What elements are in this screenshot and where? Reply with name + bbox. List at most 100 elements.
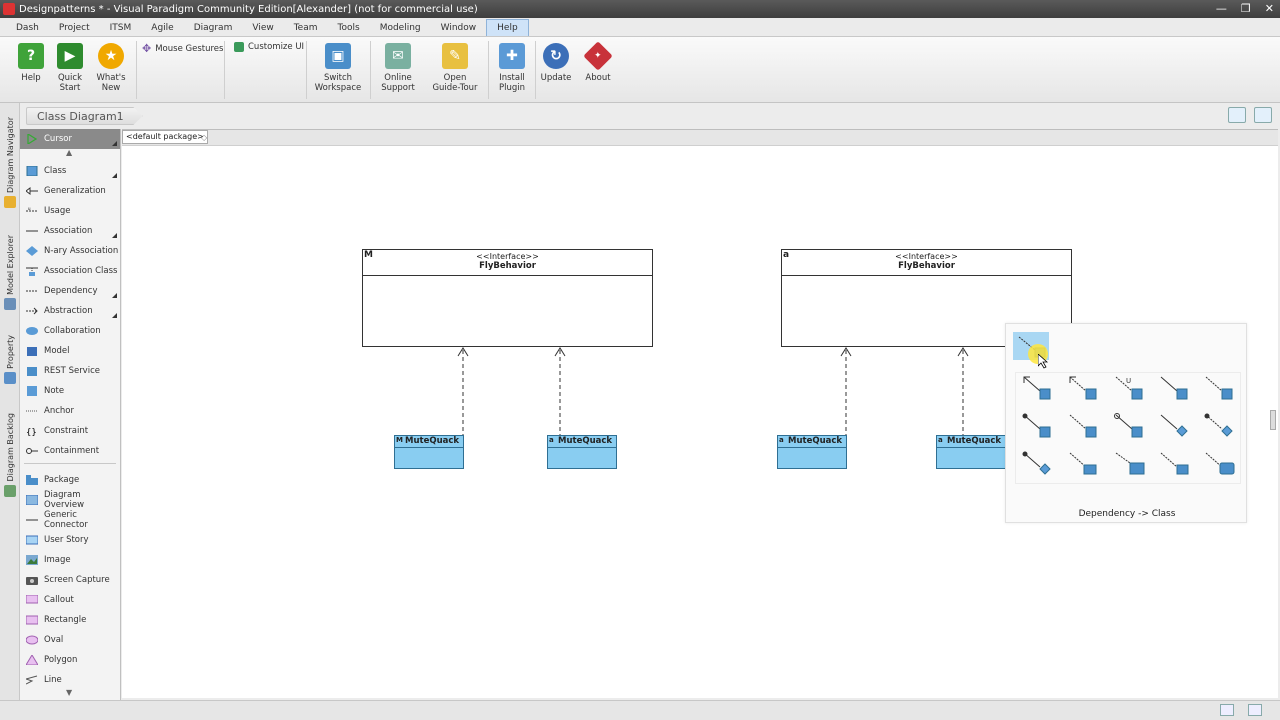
open-guide-tour-label-1: Open xyxy=(443,73,467,83)
palette-containment[interactable]: Containment xyxy=(20,441,120,461)
palette-line[interactable]: Line xyxy=(20,670,120,690)
class-tag: a xyxy=(938,436,943,444)
scroll-down-icon[interactable]: ▼ xyxy=(66,688,72,697)
palette-cursor[interactable]: Cursor xyxy=(20,129,120,149)
menu-modeling[interactable]: Modeling xyxy=(370,20,431,36)
diagram-chat-icon[interactable] xyxy=(1228,107,1246,123)
ribbon-toolbar: ? Help ▶ Quick Start ★ What's New ✥ Mous… xyxy=(0,37,1280,103)
cursor-icon xyxy=(27,134,38,144)
class-tag: a xyxy=(779,436,784,444)
palette-rest-service[interactable]: REST Service xyxy=(20,361,120,381)
tab-diagram-navigator[interactable]: Diagram Navigator xyxy=(2,117,18,209)
containment-icon xyxy=(26,448,38,454)
palette-package[interactable]: Package xyxy=(20,470,120,490)
menu-dash[interactable]: Dash xyxy=(6,20,49,36)
palette-screen-capture[interactable]: Screen Capture xyxy=(20,570,120,590)
maximize-button[interactable]: ❐ xyxy=(1241,2,1251,15)
install-plugin-button[interactable]: ✚ Install Plugin xyxy=(488,43,536,93)
nary-association-icon xyxy=(26,246,38,256)
palette-class[interactable]: Class xyxy=(20,161,120,181)
palette-dependency[interactable]: Dependency xyxy=(20,281,120,301)
close-button[interactable]: ✕ xyxy=(1265,2,1274,15)
mouse-cursor-highlight xyxy=(1028,344,1049,369)
palette-generic-connector[interactable]: Generic Connector xyxy=(20,510,120,530)
palette-callout[interactable]: Callout xyxy=(20,590,120,610)
palette-label: Abstraction xyxy=(44,306,93,316)
palette-association-class[interactable]: Association Class xyxy=(20,261,120,281)
palette-label: Containment xyxy=(44,446,100,456)
online-support-button[interactable]: ✉ Online Support xyxy=(374,43,422,93)
palette-user-story[interactable]: User Story xyxy=(20,530,120,550)
palette-label: Polygon xyxy=(44,655,78,665)
ribbon-separator xyxy=(136,41,137,99)
palette-rectangle[interactable]: Rectangle xyxy=(20,610,120,630)
menu-diagram[interactable]: Diagram xyxy=(184,20,243,36)
whats-new-button[interactable]: ★ What's New xyxy=(87,43,135,93)
scroll-up-icon[interactable]: ▲ xyxy=(66,148,72,157)
palette-note[interactable]: Note xyxy=(20,381,120,401)
palette-label: Usage xyxy=(44,206,71,216)
menu-team[interactable]: Team xyxy=(284,20,328,36)
update-button[interactable]: ↻ Update xyxy=(532,43,580,83)
palette-diagram-overview[interactable]: Diagram Overview xyxy=(20,490,120,510)
palette-label: Note xyxy=(44,386,65,396)
palette-label: Diagram Overview xyxy=(44,490,85,510)
tab-diagram-backlog[interactable]: Diagram Backlog xyxy=(2,413,18,497)
class-name: MuteQuack xyxy=(788,436,843,446)
palette-image[interactable]: Image xyxy=(20,550,120,570)
interface-box[interactable]: M <<Interface>> FlyBehavior xyxy=(362,249,653,347)
open-guide-tour-button[interactable]: ✎ Open Guide-Tour xyxy=(431,43,479,93)
palette-usage[interactable]: u Usage xyxy=(20,201,120,221)
document-icon[interactable] xyxy=(1248,704,1262,716)
menu-window[interactable]: Window xyxy=(431,20,487,36)
class-name: MuteQuack xyxy=(947,436,1002,446)
switch-workspace-button[interactable]: ▣ Switch Workspace xyxy=(314,43,362,93)
palette-generalization[interactable]: Generalization xyxy=(20,181,120,201)
class-box[interactable]: M MuteQuack xyxy=(394,435,464,469)
palette-nary-association[interactable]: N-ary Association xyxy=(20,241,120,261)
palette-collaboration[interactable]: Collaboration xyxy=(20,321,120,341)
palette-label: Callout xyxy=(44,595,74,605)
palette-abstraction[interactable]: Abstraction xyxy=(20,301,120,321)
palette-oval[interactable]: Oval xyxy=(20,630,120,650)
customize-ui-button[interactable]: Customize UI xyxy=(234,42,304,52)
connector-type-caption: Dependency -> Class xyxy=(1078,509,1176,519)
pointer-icon xyxy=(1038,354,1049,369)
palette-label: Screen Capture xyxy=(44,575,110,585)
palette-association[interactable]: Association xyxy=(20,221,120,241)
menu-view[interactable]: View xyxy=(242,20,283,36)
mail-icon[interactable] xyxy=(1220,704,1234,716)
palette-polygon[interactable]: Polygon xyxy=(20,650,120,670)
diagram-toolbar-palette: Cursor ▲ Class Generalization u Usage As… xyxy=(20,129,121,700)
palette-constraint[interactable]: {} Constraint xyxy=(20,421,120,441)
canvas-scroll-handle[interactable] xyxy=(1270,410,1276,430)
menu-project[interactable]: Project xyxy=(49,20,100,36)
diagram-layout-icon[interactable] xyxy=(1254,107,1272,123)
menu-itsm[interactable]: ITSM xyxy=(100,20,142,36)
menu-agile[interactable]: Agile xyxy=(141,20,183,36)
class-box[interactable]: a MuteQuack xyxy=(936,435,1006,469)
mouse-gestures-button[interactable]: ✥ Mouse Gestures xyxy=(142,42,223,55)
diagram-navigator-icon xyxy=(4,196,16,209)
tab-model-explorer[interactable]: Model Explorer xyxy=(2,235,18,310)
palette-anchor[interactable]: Anchor xyxy=(20,401,120,421)
palette-label: Cursor xyxy=(44,134,72,144)
menu-help[interactable]: Help xyxy=(486,19,529,36)
constraint-icon: {} xyxy=(26,428,37,436)
minimize-button[interactable]: — xyxy=(1216,2,1227,15)
class-name: MuteQuack xyxy=(558,436,613,446)
diagram-breadcrumb[interactable]: Class Diagram1 xyxy=(26,107,143,125)
connector-options[interactable]: U xyxy=(1016,373,1242,485)
tab-property[interactable]: Property xyxy=(2,335,18,384)
expand-arrow-icon xyxy=(112,313,117,318)
class-box[interactable]: a MuteQuack xyxy=(547,435,617,469)
palette-model[interactable]: Model xyxy=(20,341,120,361)
interface-stereotype: <<Interface>> xyxy=(476,252,539,261)
about-button[interactable]: ✦ About xyxy=(574,41,622,83)
class-box[interactable]: a MuteQuack xyxy=(777,435,847,469)
usage-icon: u xyxy=(26,206,38,212)
interface-name: FlyBehavior xyxy=(898,261,955,271)
class-icon xyxy=(26,166,38,176)
guide-tour-icon: ✎ xyxy=(442,43,468,69)
menu-tools[interactable]: Tools xyxy=(328,20,370,36)
